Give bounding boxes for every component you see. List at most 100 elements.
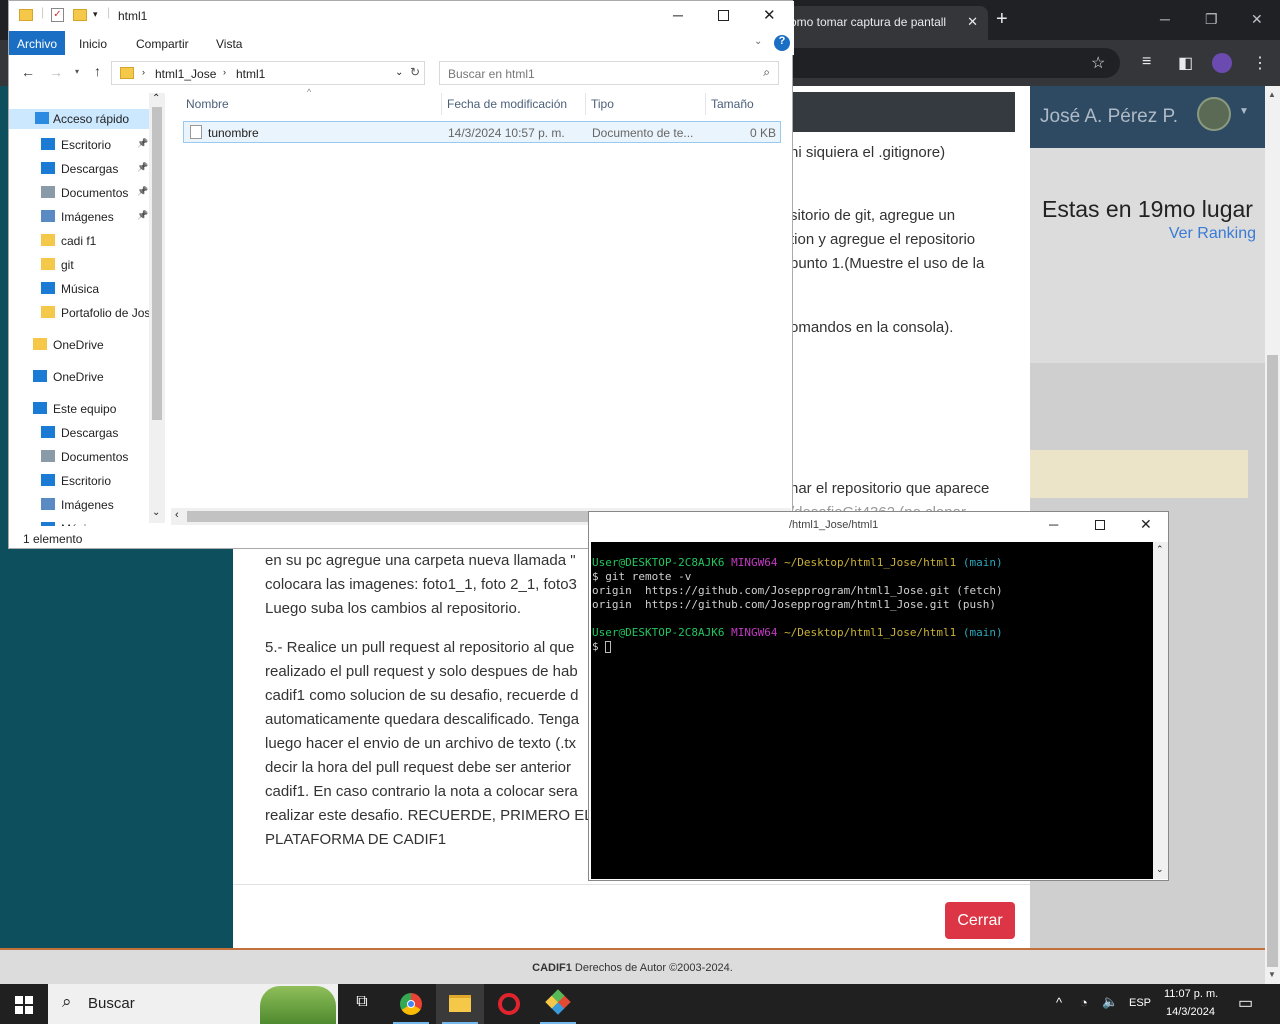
forward-icon[interactable]: → (49, 64, 63, 80)
chevron-down-icon[interactable]: ▼ (1239, 106, 1249, 117)
column-size[interactable]: Tamaño (711, 97, 754, 111)
column-type[interactable]: Tipo (591, 97, 614, 111)
nav-item[interactable]: Este equipo (33, 402, 116, 416)
username[interactable]: José A. Pérez P. (1040, 106, 1178, 128)
help-icon[interactable]: ? (774, 35, 790, 51)
nav-item-label: Imágenes (61, 210, 114, 224)
download-icon (41, 162, 55, 174)
reading-list-icon[interactable]: ≡ (1142, 53, 1151, 71)
column-divider (585, 93, 586, 115)
browser-minimize-button[interactable]: ─ (1160, 11, 1170, 27)
nav-item[interactable]: Música (41, 282, 99, 296)
explorer-search-input[interactable]: Buscar en html1 ⌕ (439, 61, 779, 85)
ribbon-tab-archivo[interactable]: Archivo (9, 31, 65, 55)
nav-item[interactable]: Música (41, 522, 99, 526)
nav-item[interactable]: Descargas 📌 (41, 162, 148, 176)
address-bar[interactable] (760, 48, 1120, 78)
up-icon[interactable]: ↑ (94, 63, 101, 79)
nav-item[interactable]: Portafolio de Jos (41, 306, 150, 320)
new-folder-icon[interactable] (73, 9, 87, 21)
nav-item[interactable]: Acceso rápido (9, 109, 149, 129)
avatar[interactable] (1197, 97, 1231, 131)
ribbon-tab-compartir[interactable]: Compartir (136, 37, 189, 51)
scroll-up-icon[interactable]: ⌃ (152, 93, 160, 104)
windows-start-icon[interactable] (15, 996, 33, 1014)
nav-item[interactable]: git (41, 258, 74, 272)
modal-text-line: Luego suba los cambios al repositorio. (265, 600, 521, 617)
nav-item[interactable]: cadi f1 (41, 234, 96, 248)
explorer-close-button[interactable]: ✕ (763, 6, 776, 24)
gitbash-maximize-button[interactable] (1095, 520, 1105, 530)
scroll-up-icon[interactable]: ⌃ (1156, 544, 1164, 555)
nav-scroll-thumb[interactable] (152, 107, 162, 420)
profile-icon[interactable] (1212, 53, 1232, 73)
ribbon-expand-icon[interactable]: ⌄ (754, 36, 762, 47)
clock-time[interactable]: 11:07 p. m. (1164, 988, 1218, 1000)
address-dropdown-icon[interactable]: ⌄ (395, 67, 403, 78)
quick-access-dropdown-icon[interactable]: ▾ (93, 9, 98, 20)
folder-icon (41, 234, 55, 246)
git-app-icon[interactable] (534, 984, 582, 1024)
breadcrumb-html1[interactable]: html1 (236, 67, 265, 81)
browser-close-button[interactable]: ✕ (1251, 11, 1263, 28)
taskbar-search[interactable]: ⌕ Buscar (48, 984, 338, 1024)
ranking-link[interactable]: Ver Ranking (1169, 225, 1256, 243)
show-hidden-icons-icon[interactable]: ^ (1056, 995, 1062, 1010)
terminal-scrollbar[interactable]: ⌃ ⌄ (1153, 542, 1168, 879)
browser-menu-icon[interactable]: ⋮ (1252, 53, 1268, 73)
ribbon-tab-vista[interactable]: Vista (216, 37, 242, 51)
properties-icon[interactable]: ✓ (51, 8, 64, 22)
gitbash-minimize-button[interactable]: ─ (1049, 517, 1058, 532)
wifi-icon[interactable]: ◔ (1080, 995, 1088, 1010)
nav-item[interactable]: Escritorio (41, 474, 111, 488)
breadcrumb-html1-jose[interactable]: html1_Jose (155, 67, 216, 81)
scroll-left-icon[interactable]: ‹ (175, 509, 179, 521)
gitbash-close-button[interactable]: ✕ (1140, 516, 1152, 533)
notifications-icon[interactable]: ▭ (1238, 993, 1253, 1013)
scroll-down-icon[interactable]: ⌄ (152, 507, 160, 518)
scroll-down-icon[interactable]: ▼ (1268, 970, 1276, 979)
browser-restore-button[interactable]: ❐ (1205, 11, 1218, 28)
browser-tab[interactable]: omo tomar captura de pantall ✕ (782, 6, 988, 40)
new-tab-button[interactable]: + (996, 8, 1008, 31)
scroll-up-icon[interactable]: ▲ (1268, 90, 1276, 99)
close-modal-button[interactable]: Cerrar (945, 902, 1015, 939)
column-name[interactable]: Nombre (186, 97, 229, 111)
opera-app-icon[interactable] (485, 984, 533, 1024)
nav-item[interactable]: OneDrive (33, 338, 104, 352)
nav-item[interactable]: Imágenes (41, 498, 114, 512)
ribbon-tab-inicio[interactable]: Inicio (79, 37, 107, 51)
sort-ascending-icon: ^ (307, 87, 312, 97)
nav-item-label: Descargas (61, 162, 119, 176)
nav-item[interactable]: Imágenes 📌 (41, 210, 148, 224)
nav-pane-scrollbar[interactable]: ⌃ ⌄ (149, 93, 165, 523)
back-icon[interactable]: ← (21, 64, 35, 80)
task-view-icon[interactable]: ⧉ (338, 984, 386, 1024)
refresh-icon[interactable]: ↻ (410, 65, 420, 79)
explorer-address-bar[interactable]: › html1_Jose › html1 ⌄ ↻ (111, 61, 425, 85)
folder-icon (120, 67, 134, 79)
page-scroll-thumb[interactable] (1267, 355, 1278, 967)
nav-item[interactable]: Documentos (41, 450, 128, 464)
nav-item[interactable]: Descargas (41, 426, 118, 440)
explorer-minimize-button[interactable]: ─ (673, 7, 683, 23)
bookmark-star-icon[interactable]: ☆ (1091, 53, 1105, 73)
file-row[interactable]: tunombre 14/3/2024 10:57 p. m. Documento… (183, 121, 781, 143)
nav-item[interactable]: OneDrive (33, 370, 104, 384)
side-panel-icon[interactable]: ◧ (1178, 53, 1193, 73)
nav-item[interactable]: Escritorio 📌 (41, 138, 148, 152)
tab-close-icon[interactable]: ✕ (967, 14, 978, 30)
clock-date[interactable]: 14/3/2024 (1166, 1006, 1215, 1018)
nav-item[interactable]: Documentos 📌 (41, 186, 148, 200)
scroll-down-icon[interactable]: ⌄ (1156, 864, 1164, 875)
terminal-prompt: $ (592, 640, 599, 653)
volume-icon[interactable]: 🔈 (1102, 994, 1118, 1010)
file-explorer-app-icon[interactable] (436, 984, 484, 1024)
column-modified[interactable]: Fecha de modificación (447, 97, 567, 111)
chrome-app-icon[interactable] (387, 984, 435, 1024)
terminal-console[interactable]: User@DESKTOP-2C8AJK6 MINGW64 ~/Desktop/h… (591, 542, 1153, 879)
language-indicator[interactable]: ESP (1129, 997, 1151, 1009)
recent-locations-icon[interactable]: ▾ (75, 67, 79, 76)
modal-text-line: realizar este desafio. RECUERDE, PRIMERO… (265, 807, 607, 824)
explorer-maximize-button[interactable] (718, 10, 729, 21)
